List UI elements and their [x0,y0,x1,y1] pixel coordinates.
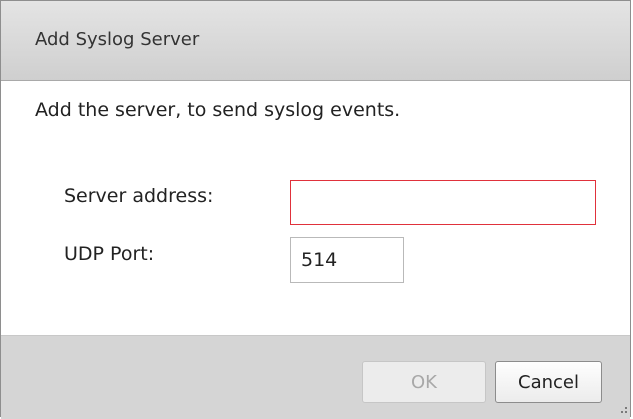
resize-grip-icon[interactable] [618,406,628,416]
server-address-input[interactable] [290,180,596,225]
dialog-footer: OK Cancel [1,335,630,419]
dialog-description: Add the server, to send syslog events. [35,99,401,121]
udp-port-label: UDP Port: [64,243,155,265]
dialog-title: Add Syslog Server [35,29,200,50]
add-syslog-server-dialog: Add Syslog Server Add the server, to sen… [0,0,631,419]
udp-port-input[interactable] [290,237,404,283]
server-address-label: Server address: [64,185,214,207]
cancel-button[interactable]: Cancel [495,361,602,403]
dialog-title-bar[interactable]: Add Syslog Server [1,1,630,81]
ok-button[interactable]: OK [362,361,486,403]
